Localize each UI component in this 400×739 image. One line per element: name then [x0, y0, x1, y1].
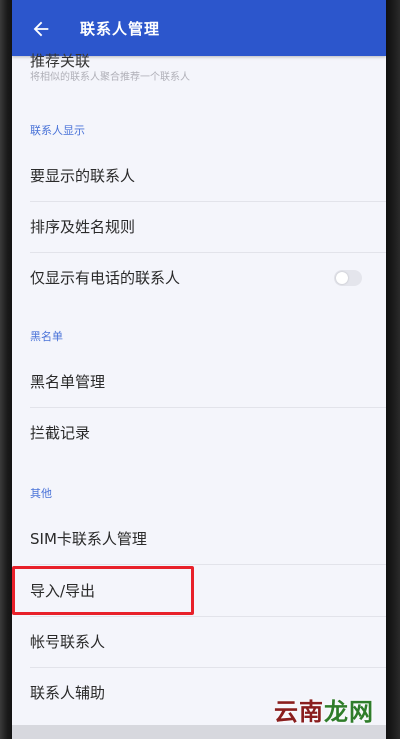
only-phone-toggle[interactable] — [334, 270, 362, 286]
list-item-only-phone-contacts[interactable]: 仅显示有电话的联系人 — [12, 253, 386, 303]
section-header-other: 其他 — [30, 487, 52, 500]
list-item-label: 帐号联系人 — [30, 633, 106, 651]
list-item-label: 要显示的联系人 — [30, 167, 136, 185]
toggle-knob — [336, 272, 348, 284]
list-item-contacts-to-display[interactable]: 要显示的联系人 — [12, 151, 386, 201]
section-header-contact-display: 联系人显示 — [30, 124, 85, 137]
divider — [30, 564, 386, 565]
phone-screen: 联系人管理 推荐关联 将相似的联系人聚合推荐一个联系人 联系人显示 要显示的联系… — [12, 0, 386, 739]
watermark-text-a: 云南 — [274, 698, 324, 726]
app-bar: 联系人管理 — [12, 0, 386, 56]
watermark-text-b: 龙网 — [324, 698, 374, 726]
watermark: 云南龙网 — [274, 692, 374, 727]
list-item-block-records[interactable]: 拦截记录 — [12, 408, 386, 458]
list-item-account-contacts[interactable]: 帐号联系人 — [12, 617, 386, 667]
list-item-sort-name-rules[interactable]: 排序及姓名规则 — [12, 202, 386, 252]
list-item-blacklist-management[interactable]: 黑名单管理 — [12, 357, 386, 407]
list-item-label: SIM卡联系人管理 — [30, 530, 147, 548]
section-header-blacklist: 黑名单 — [30, 330, 63, 343]
list-item-label: 拦截记录 — [30, 424, 91, 442]
page-title: 联系人管理 — [80, 20, 161, 38]
nav-bar — [12, 725, 386, 739]
list-item-label: 排序及姓名规则 — [30, 218, 136, 236]
phone-bezel-right — [386, 0, 400, 739]
list-item-label: 黑名单管理 — [30, 373, 106, 391]
recommend-merge-subtitle: 将相似的联系人聚合推荐一个联系人 — [30, 72, 190, 83]
list-item-label: 联系人辅助 — [30, 684, 106, 702]
list-item-sim-contacts[interactable]: SIM卡联系人管理 — [12, 514, 386, 564]
phone-bezel-left — [0, 0, 12, 739]
arrow-left-icon[interactable] — [30, 18, 52, 40]
list-item-label: 仅显示有电话的联系人 — [30, 269, 181, 287]
highlight-box — [12, 566, 194, 615]
